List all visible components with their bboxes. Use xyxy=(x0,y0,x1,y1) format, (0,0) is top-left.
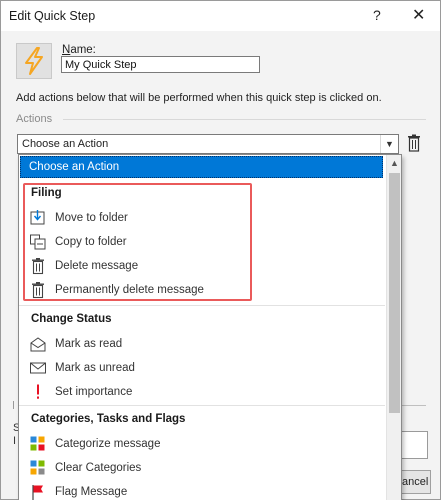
close-button[interactable]: ✕ xyxy=(412,5,425,25)
list-item-flag-message[interactable]: Flag Message xyxy=(29,481,379,500)
instruction-text: Add actions below that will be performed… xyxy=(16,92,382,104)
chevron-down-icon[interactable]: ▼ xyxy=(380,135,398,153)
scroll-up-arrow-icon[interactable]: ▲ xyxy=(387,155,401,172)
scroll-thumb[interactable] xyxy=(389,173,400,413)
clear-categories-icon xyxy=(30,460,45,475)
list-item-clear-categories[interactable]: Clear Categories xyxy=(29,457,379,479)
list-item-mark-as-unread[interactable]: Mark as unread xyxy=(29,357,379,379)
list-item-label: Categorize message xyxy=(55,438,161,450)
dialog-title: Edit Quick Step xyxy=(9,9,96,23)
flag-icon xyxy=(32,485,43,500)
list-item-mark-as-read[interactable]: Mark as read xyxy=(29,333,379,355)
name-label: Name: xyxy=(62,44,96,56)
action-combobox-value: Choose an Action xyxy=(22,138,109,150)
help-button[interactable]: ? xyxy=(373,7,381,23)
actions-divider xyxy=(63,119,426,120)
action-combobox[interactable]: Choose an Action ▼ xyxy=(17,134,399,154)
trash-icon[interactable] xyxy=(407,134,421,152)
quick-step-icon-button[interactable] xyxy=(16,43,52,79)
name-input[interactable] xyxy=(61,56,260,73)
dropdown-selected-item[interactable]: Choose an Action xyxy=(20,156,383,178)
list-item-categorize-message[interactable]: Categorize message xyxy=(29,433,379,455)
group-header-categories-tasks-flags: Categories, Tasks and Flags xyxy=(31,413,186,425)
categorize-icon xyxy=(30,436,45,451)
exclamation-icon xyxy=(37,384,39,399)
list-item-label: Set importance xyxy=(55,386,133,398)
group-header-change-status: Change Status xyxy=(31,313,112,325)
open-envelope-icon xyxy=(30,337,46,352)
filing-highlight-box xyxy=(23,183,252,301)
background-fragment-i: I xyxy=(13,435,17,447)
envelope-icon xyxy=(30,362,46,374)
list-item-label: Flag Message xyxy=(55,486,128,498)
background-divider xyxy=(402,405,426,406)
title-bar: Edit Quick Step ? ✕ xyxy=(1,1,440,31)
dropdown-scrollbar[interactable]: ▲ xyxy=(386,155,401,500)
list-item-label: Mark as read xyxy=(55,338,123,350)
group-divider xyxy=(19,405,385,406)
cancel-button[interactable]: ancel xyxy=(400,470,431,494)
action-dropdown-list[interactable]: Choose an Action Filing Move to folder C… xyxy=(18,154,402,500)
edit-quick-step-dialog: Edit Quick Step ? ✕ Name: Add actions be… xyxy=(0,0,441,500)
lightning-icon xyxy=(25,47,43,75)
list-item-set-importance[interactable]: Set importance xyxy=(29,381,379,403)
list-item-label: Clear Categories xyxy=(55,462,142,474)
background-fragment xyxy=(13,401,17,409)
actions-section-label: Actions xyxy=(16,113,53,125)
background-input-fragment xyxy=(402,431,428,459)
list-item-label: Mark as unread xyxy=(55,362,135,374)
group-divider xyxy=(19,305,385,306)
